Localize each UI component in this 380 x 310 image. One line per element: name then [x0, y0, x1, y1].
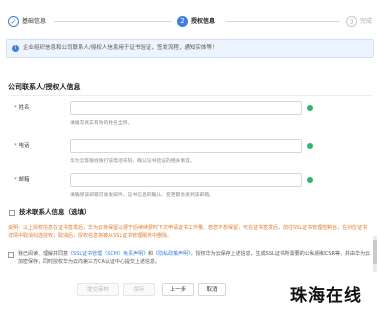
info-banner: i 企业组织信息和公司联系人/授权人信息用于证书验证，签发流程，通知实体等！: [6, 39, 374, 58]
prev-step-button[interactable]: 上一步: [162, 283, 194, 296]
email-input[interactable]: [70, 173, 302, 187]
name-valid-icon: [307, 105, 313, 111]
agreement-checkbox[interactable]: [8, 252, 14, 258]
phone-valid-icon: [307, 143, 313, 149]
step-line-1: [54, 21, 172, 22]
cancel-button[interactable]: 取消: [198, 283, 226, 296]
watermark: 珠海在线: [290, 286, 362, 306]
name-label: * 姓名: [14, 105, 30, 111]
scrollbar-thumb[interactable]: [373, 240, 377, 264]
name-hint: 请填写真实有效的姓名全称。: [70, 121, 133, 126]
step-1-check-icon: ✓: [8, 16, 19, 27]
section-divider: [8, 95, 372, 96]
email-valid-icon: [307, 177, 313, 183]
tech-contact-label[interactable]: 技术联系人信息（选填）: [19, 208, 91, 217]
step-1-label: 基础信息: [22, 18, 47, 25]
email-label: * 邮箱: [14, 177, 30, 183]
step-3-number: 3: [346, 16, 357, 27]
scrollbar-track[interactable]: [373, 236, 377, 272]
stepper: ✓ 基础信息 2 授权信息 3 完成: [0, 13, 380, 29]
section-title: 公司联系人/授权人信息: [8, 83, 81, 91]
phone-label: * 电话: [14, 143, 30, 149]
agreement-text: 我已阅读、理解并同意《SSL证书管理（SCM）免责声明》和《隐私政策声明》，授权…: [18, 250, 372, 266]
submit-review-button[interactable]: 提交审核: [77, 283, 119, 296]
info-icon: i: [12, 45, 19, 52]
disclaimer-link[interactable]: 《SSL证书管理（SCM）免责声明》: [68, 251, 148, 257]
tech-contact-checkbox[interactable]: [9, 210, 15, 216]
step-2-label: 授权信息: [191, 18, 216, 25]
privacy-policy-link[interactable]: 《隐私政策声明》: [153, 251, 191, 257]
banner-text: 企业组织信息和公司联系人/授权人信息用于证书验证，签发流程，通知实体等！: [23, 45, 218, 51]
agreement-prefix: 我已阅读、理解并同意: [18, 251, 69, 257]
save-button[interactable]: 保存: [123, 283, 155, 296]
phone-hint: 华为云客服会拨打该电话号码，确认证书验证的相关事宜。: [70, 159, 195, 164]
email-hint: 请确保该邮箱可收发邮件，证书信息的确认、变更都会发到该邮箱。: [70, 193, 214, 198]
name-input[interactable]: [70, 101, 302, 115]
step-line-2: [226, 21, 340, 22]
step-2-number: 2: [177, 16, 188, 27]
step-3-label: 完成: [360, 18, 373, 25]
authorization-notice: 说明：以上授权信息在证书签发后，华为云将保留以便于后续续费时下次申请证书工作量。…: [8, 225, 368, 239]
phone-input[interactable]: [70, 139, 302, 153]
